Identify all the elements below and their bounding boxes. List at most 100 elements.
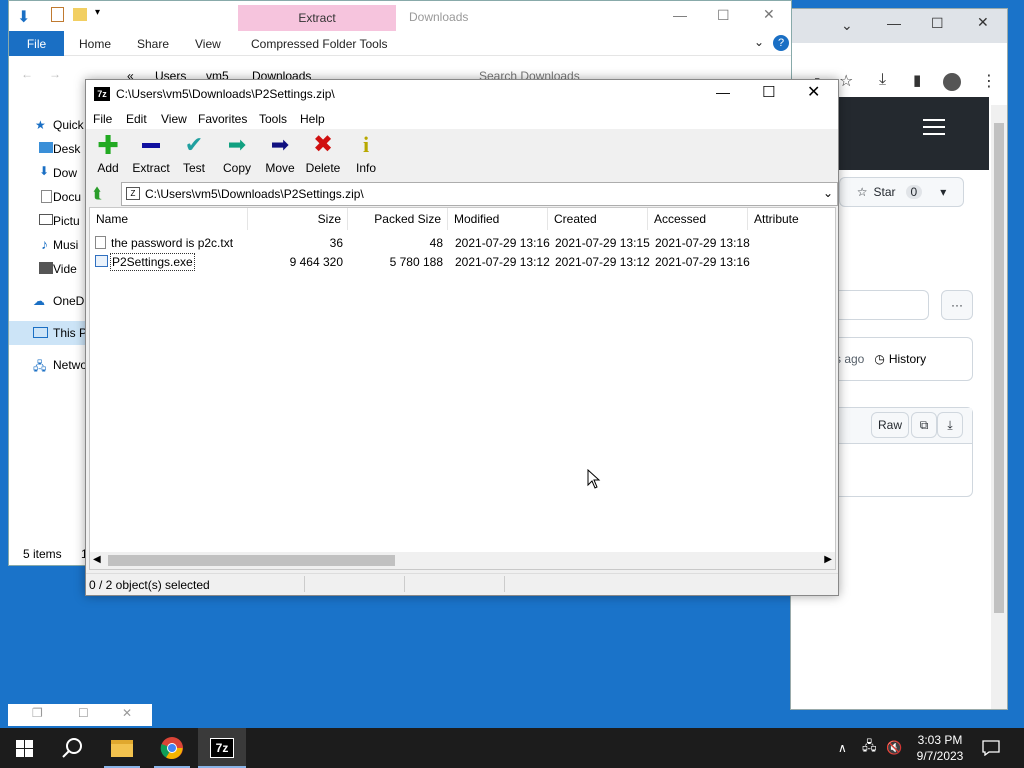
nav-music[interactable]: Musi (53, 238, 78, 252)
network-tray[interactable]: 🖧 (862, 728, 877, 768)
start-button[interactable] (0, 728, 48, 768)
column-created[interactable]: Created (548, 208, 648, 230)
properties-icon[interactable] (51, 7, 64, 22)
scroll-right-icon[interactable]: ▶ (824, 554, 832, 565)
tab-home[interactable]: Home (79, 37, 111, 51)
copy-icon[interactable]: ⧉ (911, 412, 937, 438)
sidepanel-icon[interactable]: ▮ (913, 71, 921, 89)
tab-file[interactable]: File (9, 31, 64, 56)
forward-arrow-icon[interactable]: → (49, 67, 61, 81)
raw-button[interactable]: Raw (871, 412, 909, 438)
scroll-left-icon[interactable]: ◀ (93, 554, 101, 565)
profile-avatar[interactable] (943, 73, 961, 91)
menu-kebab-icon[interactable]: ⋮ (981, 71, 997, 91)
back-arrow-icon[interactable]: ← (21, 67, 33, 81)
close-icon[interactable]: ✕ (122, 706, 132, 720)
column-accessed[interactable]: Accessed (648, 208, 748, 230)
menu-help[interactable]: Help (300, 112, 325, 126)
nav-onedrive[interactable]: OneDr (53, 294, 88, 308)
minimize-icon[interactable]: — (716, 84, 730, 100)
file-path-input[interactable] (839, 290, 929, 320)
move-button[interactable]: ➡ Move (258, 133, 302, 176)
scrollbar-thumb[interactable] (994, 123, 1004, 613)
clock[interactable]: 3:03 PM 9/7/2023 (912, 728, 968, 768)
horizontal-scrollbar[interactable]: ◀ ▶ (90, 552, 835, 569)
maximize-icon[interactable]: ☐ (931, 15, 944, 32)
tab-view[interactable]: View (195, 37, 221, 51)
nav-this-pc[interactable]: This P (53, 326, 87, 340)
column-packed-size[interactable]: Packed Size (348, 208, 448, 230)
table-row[interactable]: the password is p2c.txt 36 48 2021-07-29… (90, 233, 835, 252)
nav-documents[interactable]: Docu (53, 190, 81, 204)
ribbon-expand-icon[interactable]: ⌄ (754, 35, 764, 49)
close-icon[interactable]: ✕ (977, 14, 989, 31)
new-folder-icon[interactable] (73, 8, 87, 21)
menu-file[interactable]: File (93, 112, 112, 126)
bookmark-star-icon[interactable]: ☆ (839, 71, 853, 91)
nav-network[interactable]: Netwo (53, 358, 87, 372)
restore-icon[interactable]: ❐ (32, 706, 43, 720)
github-header (839, 97, 989, 170)
maximize-icon[interactable]: ☐ (717, 7, 730, 24)
star-button[interactable]: ☆ Star 0 ▾ (839, 177, 964, 207)
scrollbar-thumb[interactable] (108, 555, 395, 566)
chrome-icon (160, 737, 183, 759)
column-name[interactable]: Name (90, 208, 248, 230)
address-combobox[interactable]: Z C:\Users\vm5\Downloads\P2Settings.zip\… (121, 182, 838, 206)
row-accessed: 2021-07-29 13:16 (655, 255, 750, 269)
table-row[interactable]: P2Settings.exe 9 464 320 5 780 188 2021-… (90, 252, 835, 271)
history-link[interactable]: History (889, 352, 926, 366)
menu-view[interactable]: View (161, 112, 187, 126)
dropdown-chevron-icon[interactable]: ⌄ (823, 186, 833, 200)
show-hidden-icons[interactable]: ∧ (838, 728, 847, 768)
download-icon[interactable]: ⤓ (879, 71, 886, 89)
close-icon[interactable]: ✕ (807, 82, 820, 102)
row-accessed: 2021-07-29 13:18 (655, 236, 750, 250)
column-size[interactable]: Size (248, 208, 348, 230)
selection-status: 0 / 2 object(s) selected (89, 578, 210, 592)
test-button[interactable]: ✔ Test (172, 133, 216, 176)
taskbar-chrome[interactable] (148, 728, 196, 768)
menu-tools[interactable]: Tools (259, 112, 287, 126)
nav-quick-access[interactable]: Quick (53, 118, 84, 132)
info-button[interactable]: i Info (344, 133, 388, 176)
search-button[interactable] (48, 728, 96, 768)
copy-button[interactable]: ➡ Copy (215, 133, 259, 176)
taskbar-file-explorer[interactable] (98, 728, 146, 768)
folder-up-icon[interactable]: ⮬ (93, 185, 102, 202)
help-icon[interactable]: ? (773, 35, 789, 51)
more-options-button[interactable]: ··· (941, 290, 973, 320)
maximize-icon[interactable]: ☐ (78, 706, 89, 720)
status-bar: 0 / 2 object(s) selected (86, 573, 838, 595)
hamburger-menu-icon[interactable] (923, 119, 945, 135)
extract-context-tab[interactable]: Extract (238, 5, 396, 31)
menu-favorites[interactable]: Favorites (198, 112, 247, 126)
chevron-down-icon[interactable]: ⌄ (841, 17, 853, 34)
clock-date: 9/7/2023 (916, 749, 964, 763)
volume-tray[interactable]: 🔇 (886, 728, 902, 768)
add-button[interactable]: ✚ Add (86, 132, 130, 175)
menu-bar: File Edit View Favorites Tools Help (86, 109, 838, 129)
extract-button[interactable]: Extract (129, 133, 173, 175)
chrome-scrollbar[interactable] (991, 105, 1007, 709)
tab-compressed-folder-tools[interactable]: Compressed Folder Tools (251, 37, 388, 51)
nav-desktop[interactable]: Desk (53, 142, 80, 156)
maximize-icon[interactable]: ☐ (762, 83, 775, 101)
column-modified[interactable]: Modified (448, 208, 548, 230)
column-attributes[interactable]: Attribute (748, 208, 840, 230)
notifications-button[interactable] (982, 728, 1000, 768)
menu-edit[interactable]: Edit (126, 112, 147, 126)
nav-videos[interactable]: Vide (53, 262, 77, 276)
taskbar-7zip[interactable]: 7z (198, 728, 246, 768)
minimize-icon[interactable]: — (673, 7, 687, 23)
nav-pictures[interactable]: Pictu (53, 214, 80, 228)
nav-downloads[interactable]: Dow (53, 166, 77, 180)
qat-dropdown-icon[interactable]: ▾ (95, 7, 100, 18)
download-raw-icon[interactable]: ⤓ (937, 412, 963, 438)
tab-share[interactable]: Share (137, 37, 169, 51)
minimize-icon[interactable]: — (887, 15, 901, 31)
row-created: 2021-07-29 13:12 (555, 255, 650, 269)
delete-button[interactable]: ✖ Delete (301, 133, 345, 176)
test-label: Test (182, 161, 205, 175)
close-icon[interactable]: ✕ (763, 6, 775, 23)
